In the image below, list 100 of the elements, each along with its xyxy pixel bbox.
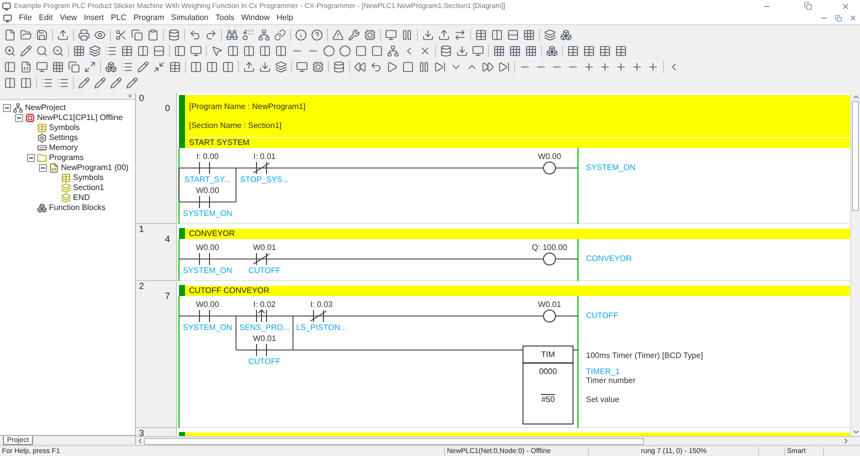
menu-item[interactable]: Program: [133, 13, 164, 23]
tree-item[interactable]: Symbols: [73, 173, 104, 183]
table-icon[interactable]: [615, 45, 627, 57]
link-icon[interactable]: [274, 29, 286, 41]
layers-icon[interactable]: [544, 29, 556, 41]
grid-icon[interactable]: [73, 45, 85, 57]
new-file-icon[interactable]: [4, 29, 16, 41]
pencil-icon[interactable]: [126, 77, 138, 89]
replace-icon[interactable]: [242, 29, 254, 41]
monitor-icon[interactable]: [296, 61, 308, 73]
coil-icon[interactable]: [323, 45, 335, 57]
grid-icon[interactable]: [523, 29, 535, 41]
menu-item[interactable]: Edit: [38, 13, 53, 23]
upload-icon[interactable]: [243, 61, 255, 73]
table-icon[interactable]: [475, 29, 487, 41]
scroll-right-icon[interactable]: [842, 437, 850, 445]
vertical-scrollbar[interactable]: [850, 93, 860, 436]
monitor-icon[interactable]: [472, 45, 484, 57]
columns-icon[interactable]: [20, 77, 32, 89]
table-icon[interactable]: [121, 45, 133, 57]
collapse-icon[interactable]: [27, 154, 35, 162]
monitor-icon[interactable]: [385, 29, 397, 41]
tree-item[interactable]: Memory: [49, 143, 78, 153]
database-icon[interactable]: [168, 29, 180, 41]
chip-icon[interactable]: [312, 61, 324, 73]
undo-icon[interactable]: [370, 61, 382, 73]
scroll-up-icon[interactable]: [852, 93, 860, 101]
scroll-left-icon[interactable]: [136, 437, 144, 445]
info-icon[interactable]: [295, 29, 307, 41]
tree-item[interactable]: NewPLC1[CP1L] Offline: [37, 113, 123, 123]
columns-icon[interactable]: [206, 61, 218, 73]
download-icon[interactable]: [456, 45, 468, 57]
coil-icon[interactable]: [339, 45, 351, 57]
layers-icon[interactable]: [89, 45, 101, 57]
table-icon[interactable]: [169, 61, 181, 73]
monitor-icon[interactable]: [190, 45, 202, 57]
menu-item[interactable]: Simulation: [171, 13, 209, 23]
panel-icon[interactable]: [174, 45, 186, 57]
download-icon[interactable]: [422, 29, 434, 41]
menu-item[interactable]: PLC: [110, 13, 126, 23]
table-icon[interactable]: [599, 45, 611, 57]
plus-icon[interactable]: [599, 61, 611, 73]
grid-icon[interactable]: [509, 45, 521, 57]
tree-item[interactable]: Settings: [49, 133, 78, 143]
code-icon[interactable]: [20, 61, 32, 73]
pencil-icon[interactable]: [20, 45, 32, 57]
skip-icon[interactable]: [498, 61, 510, 73]
plus-icon[interactable]: [631, 61, 643, 73]
block-icon[interactable]: [371, 45, 383, 57]
plus-icon[interactable]: [615, 61, 627, 73]
scroll-thumb[interactable]: [144, 438, 644, 444]
tree-item[interactable]: Function Blocks: [49, 203, 106, 213]
stop-icon[interactable]: [402, 61, 414, 73]
grid-icon[interactable]: [493, 45, 505, 57]
close-icon[interactable]: [127, 93, 133, 99]
zoom-in-icon[interactable]: [4, 45, 16, 57]
cut-icon[interactable]: [115, 29, 127, 41]
collapse-icon[interactable]: [3, 104, 11, 112]
columns-icon[interactable]: [137, 45, 149, 57]
menu-item[interactable]: Tools: [216, 13, 234, 23]
tree-item[interactable]: Section1: [73, 183, 104, 193]
network-icon[interactable]: [258, 29, 270, 41]
upload-icon[interactable]: [57, 29, 69, 41]
collapse-icon[interactable]: [39, 164, 47, 172]
step-icon[interactable]: [434, 61, 446, 73]
rows-icon[interactable]: [153, 45, 165, 57]
boxes-icon[interactable]: [546, 45, 558, 57]
pencil-icon[interactable]: [110, 77, 122, 89]
scroll-down-icon[interactable]: [852, 428, 860, 436]
transfer-icon[interactable]: [454, 29, 466, 41]
chip-icon[interactable]: [364, 29, 376, 41]
tree-item[interactable]: Symbols: [49, 123, 80, 133]
boxes-icon[interactable]: [560, 29, 572, 41]
restore-icon[interactable]: [835, 14, 842, 22]
columns-icon[interactable]: [190, 61, 202, 73]
panel-icon[interactable]: [4, 61, 16, 73]
undo-icon[interactable]: [189, 29, 201, 41]
branch-icon[interactable]: [387, 45, 399, 57]
monitor-icon[interactable]: [36, 61, 48, 73]
plus-icon[interactable]: [583, 61, 595, 73]
collapse-icon[interactable]: [15, 114, 23, 122]
print-icon[interactable]: [78, 29, 90, 41]
tree-item[interactable]: NewProgram1 (00): [61, 163, 129, 173]
help-icon[interactable]: [311, 29, 323, 41]
menu-item[interactable]: Insert: [84, 13, 104, 23]
table-icon[interactable]: [567, 45, 579, 57]
copy-icon[interactable]: [131, 29, 143, 41]
plus-icon[interactable]: [647, 61, 659, 73]
redo-icon[interactable]: [205, 29, 217, 41]
save-icon[interactable]: [36, 29, 48, 41]
columns-icon[interactable]: [491, 29, 503, 41]
menu-item[interactable]: Help: [276, 13, 294, 23]
paste-icon[interactable]: [147, 29, 159, 41]
upload-icon[interactable]: [438, 29, 450, 41]
preview-icon[interactable]: [94, 29, 106, 41]
database-icon[interactable]: [333, 61, 345, 73]
layers-icon[interactable]: [275, 61, 287, 73]
fast-forward-icon[interactable]: [482, 61, 494, 73]
find-icon[interactable]: [226, 29, 238, 41]
pencil-icon[interactable]: [137, 61, 149, 73]
